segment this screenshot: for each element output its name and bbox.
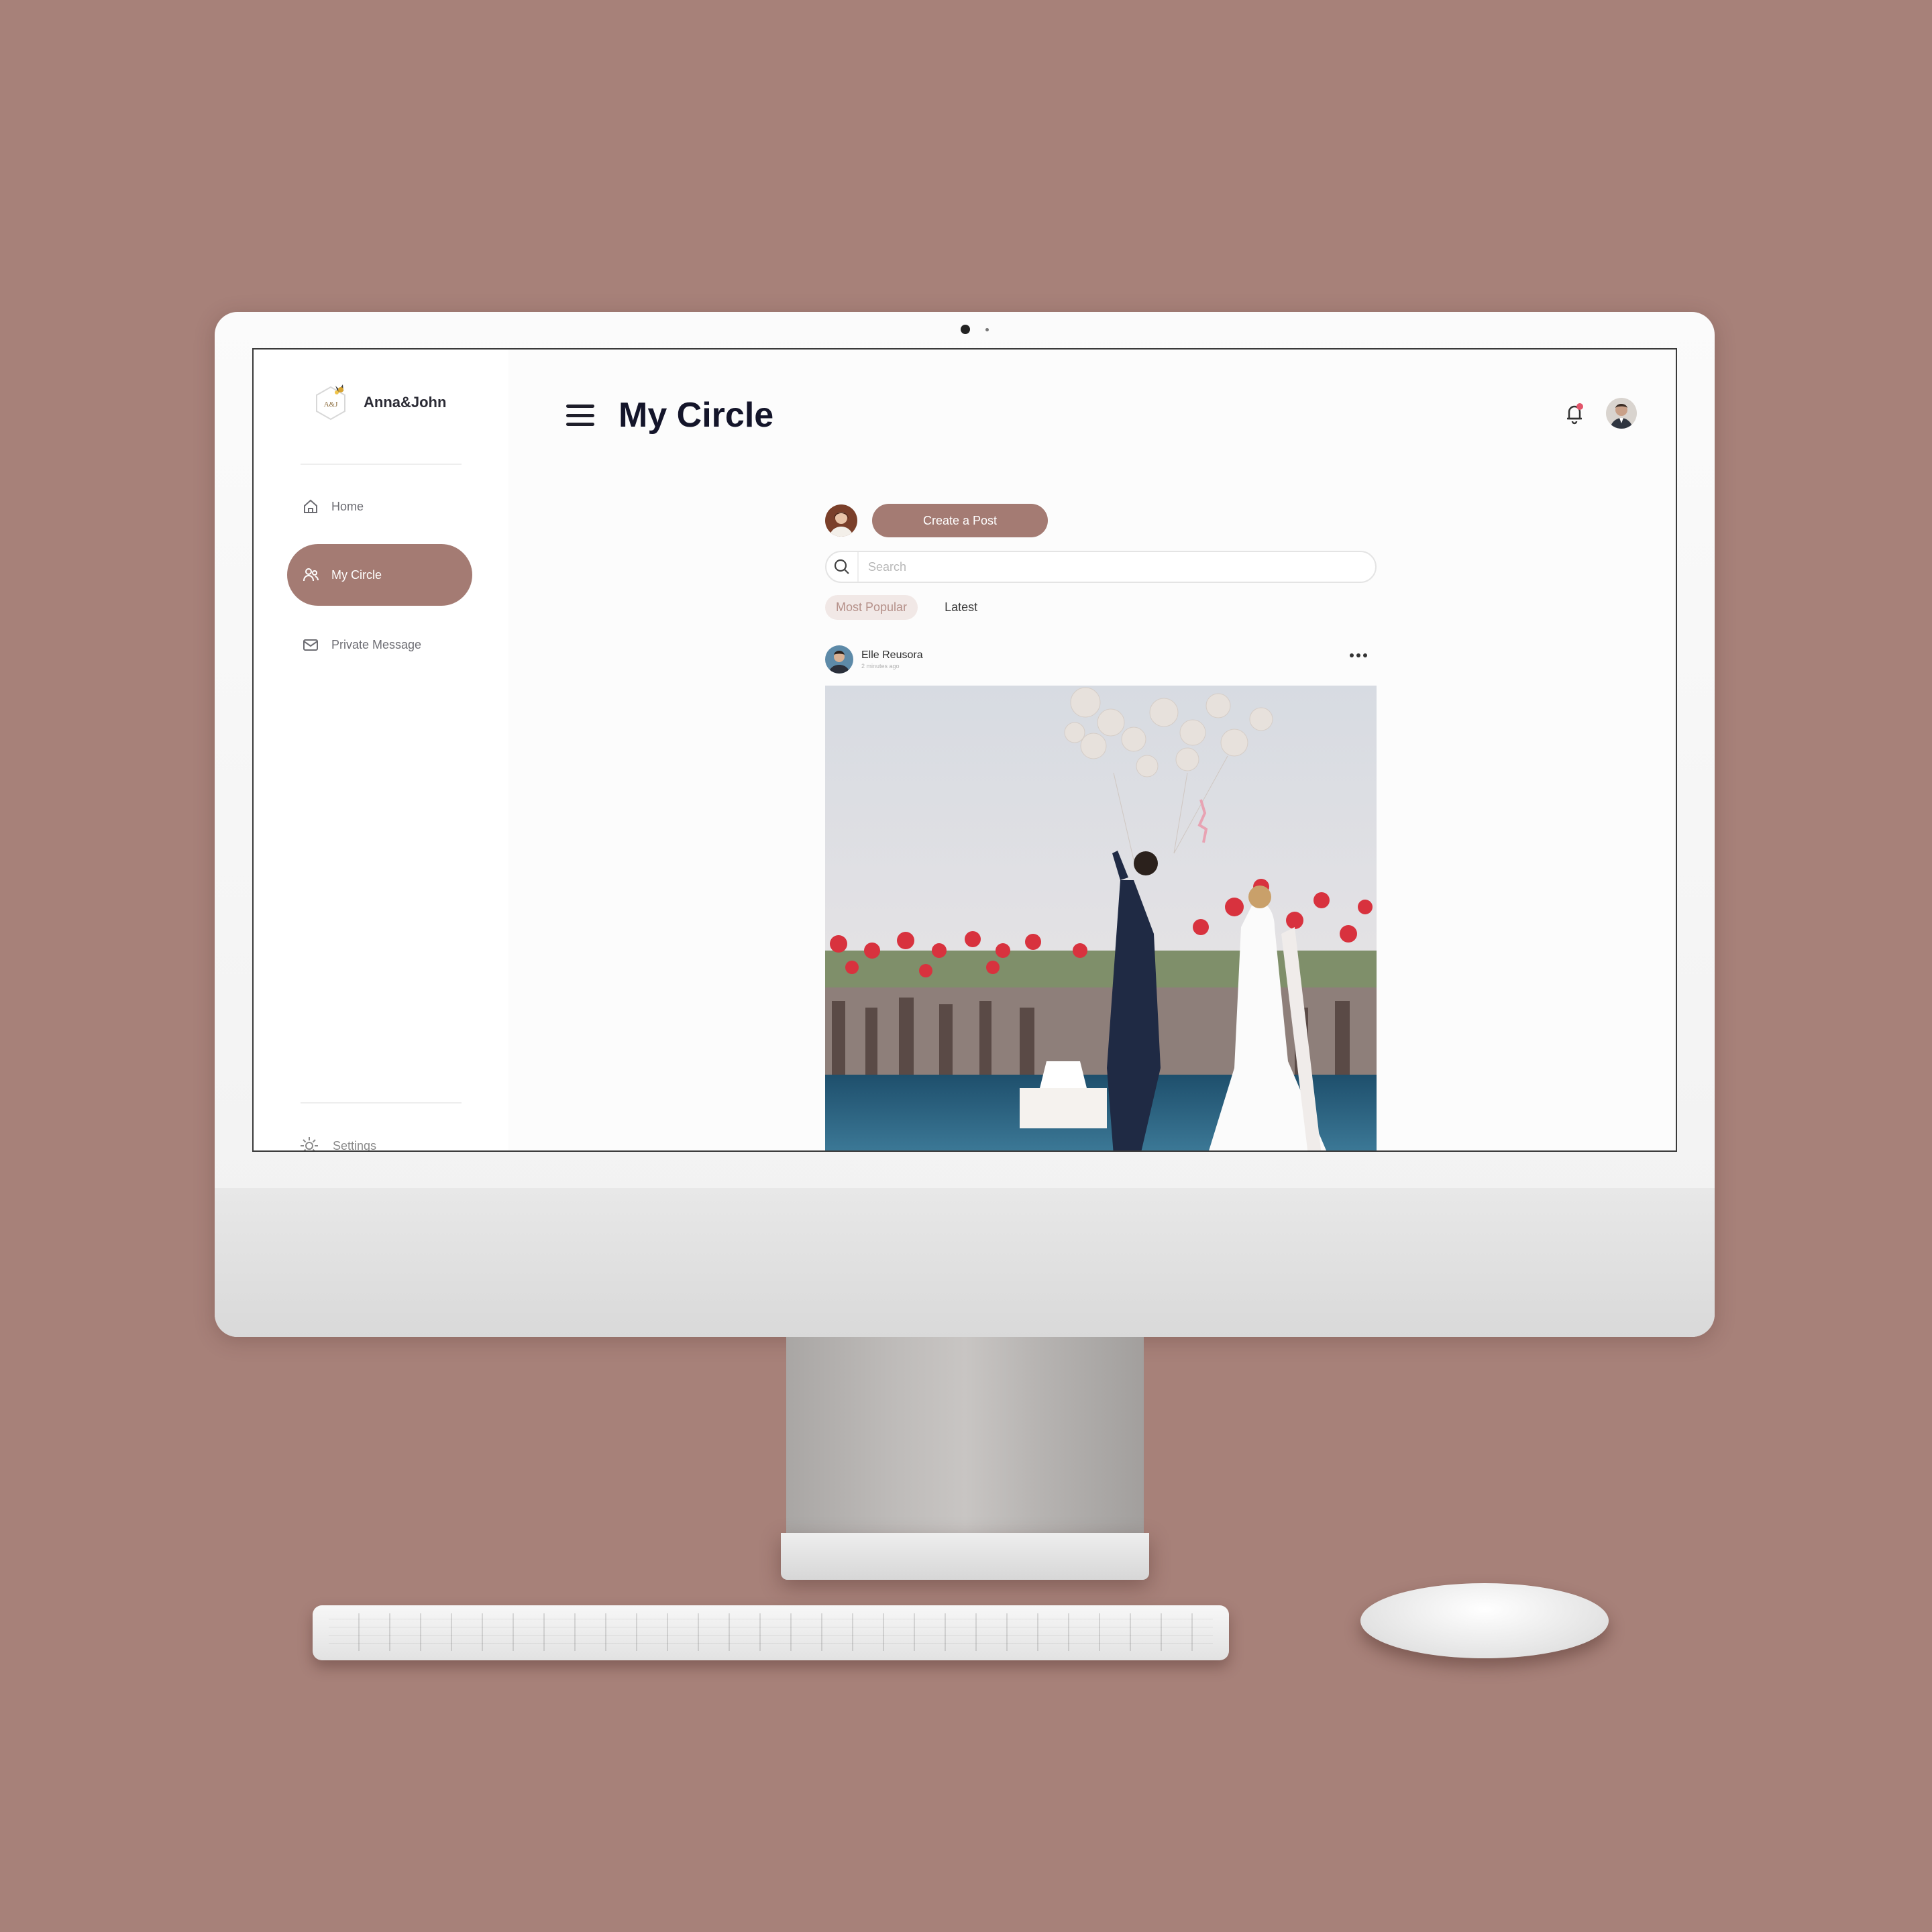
more-options-icon[interactable] — [1350, 653, 1367, 657]
imac-stand — [786, 1337, 1144, 1538]
camera — [961, 325, 970, 334]
avatar[interactable] — [825, 504, 857, 537]
menu-icon[interactable] — [566, 405, 594, 426]
post-header: Elle Reusora 2 minutes ago — [825, 645, 1377, 674]
post-meta: Elle Reusora 2 minutes ago — [861, 649, 923, 669]
app-screen: A&J Anna&John Home My Circle Private Mes… — [252, 348, 1677, 1152]
user-avatar[interactable] — [1606, 398, 1637, 429]
search-input[interactable] — [867, 559, 1375, 575]
post-composer: Create a Post — [825, 504, 1377, 537]
sidebar-item-label: My Circle — [331, 568, 382, 582]
sidebar-divider — [301, 1102, 462, 1104]
brand[interactable]: A&J Anna&John — [311, 383, 446, 422]
camera-sensor — [985, 328, 989, 331]
sidebar-item-settings[interactable]: Settings — [298, 1134, 377, 1152]
imac-chin — [215, 1188, 1715, 1337]
search-bar — [825, 551, 1377, 583]
sidebar: A&J Anna&John Home My Circle Private Mes… — [254, 350, 508, 1150]
tab-most-popular[interactable]: Most Popular — [825, 595, 918, 620]
sidebar-item-label: Private Message — [331, 637, 422, 651]
feed: Create a Post Most Popular Latest — [825, 504, 1377, 1150]
sidebar-item-my-circle[interactable]: My Circle — [287, 544, 472, 606]
users-icon — [301, 565, 321, 585]
brand-logo-icon: A&J — [311, 383, 350, 422]
create-post-button[interactable]: Create a Post — [872, 504, 1048, 537]
tab-latest[interactable]: Latest — [945, 600, 977, 614]
bell-icon[interactable] — [1564, 401, 1585, 425]
header-actions — [1564, 398, 1637, 429]
post-author[interactable]: Elle Reusora — [861, 649, 923, 661]
avatar[interactable] — [825, 645, 853, 674]
sidebar-item-private-message[interactable]: Private Message — [287, 614, 472, 676]
sidebar-item-label: Home — [331, 499, 364, 513]
post-image[interactable] — [825, 686, 1377, 1150]
mouse — [1360, 1583, 1609, 1658]
post-timestamp: 2 minutes ago — [861, 663, 900, 669]
imac-stand-foot — [781, 1533, 1149, 1580]
sidebar-item-home[interactable]: Home — [287, 476, 472, 537]
search-icon[interactable] — [826, 552, 859, 582]
page-header: My Circle — [566, 395, 773, 435]
feed-tabs: Most Popular Latest — [825, 595, 1377, 620]
svg-text:A&J: A&J — [324, 400, 339, 409]
home-icon — [301, 496, 321, 517]
gear-icon — [298, 1134, 321, 1150]
settings-label: Settings — [333, 1138, 377, 1152]
sidebar-divider — [301, 464, 462, 465]
page-title: My Circle — [619, 396, 774, 435]
brand-name: Anna&John — [364, 394, 447, 411]
keyboard — [313, 1605, 1229, 1660]
mail-icon — [301, 635, 321, 655]
